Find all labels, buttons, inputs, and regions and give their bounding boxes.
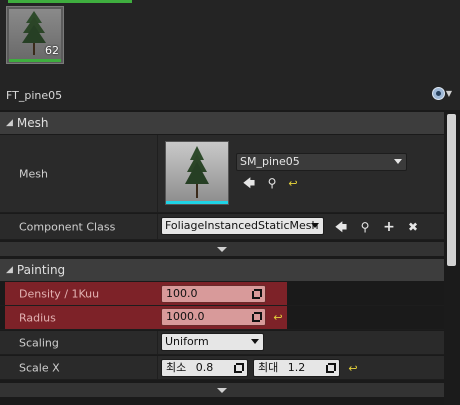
expand-down-icon	[217, 387, 227, 393]
clear-x-icon[interactable]: ✖	[406, 220, 420, 234]
property-row-radius: Radius 1000.0 ↩	[0, 306, 444, 330]
advanced-expander[interactable]	[0, 383, 444, 397]
radius-value: 1000.0	[166, 310, 205, 323]
property-row-scaling: Scaling Uniform	[0, 331, 444, 355]
expand-down-icon	[217, 246, 227, 252]
pine-tree-icon	[185, 146, 209, 198]
category-painting-label: Painting	[16, 263, 66, 277]
expand-arrows-icon	[252, 289, 262, 299]
view-options-button[interactable]: ▼	[431, 87, 452, 100]
instance-count: 62	[45, 44, 59, 57]
foliage-type-list: 62 FT_pine05 ▼	[0, 0, 460, 110]
property-row-density: Density / 1Kuu 100.0	[0, 282, 444, 306]
scaling-label: Scaling	[19, 336, 59, 349]
scaling-value: Uniform	[165, 335, 209, 348]
category-painting[interactable]: ◢ Painting	[0, 259, 444, 281]
column-divider	[157, 356, 158, 379]
add-plus-icon[interactable]: +	[382, 220, 396, 234]
chevron-down-icon	[251, 339, 259, 344]
details-scrollbar[interactable]	[444, 110, 460, 405]
mesh-asset-picker[interactable]: SM_pine05	[236, 153, 407, 171]
reset-to-default-icon[interactable]: ↩	[272, 312, 284, 323]
chevron-down-icon	[311, 223, 319, 228]
thumbnail-active-bar	[9, 59, 61, 62]
browse-search-icon[interactable]: ⚲	[265, 176, 279, 190]
scaling-dropdown[interactable]: Uniform	[161, 333, 264, 351]
pine-tree-icon	[22, 11, 46, 55]
expand-arrows-icon	[234, 363, 244, 373]
component-class-value: FoliageInstancedStaticMesh	[165, 219, 319, 232]
property-row-scale-x: Scale X 최소 0.8 최대 1.2 ↩	[0, 356, 444, 380]
mesh-label: Mesh	[19, 167, 48, 180]
scale-x-min-prefix: 최소	[166, 361, 187, 374]
chevron-down-icon	[394, 159, 402, 164]
asset-type-bar	[166, 201, 228, 204]
reset-to-default-icon[interactable]: ↩	[347, 363, 359, 374]
expand-arrows-icon	[252, 312, 262, 322]
scale-x-max-prefix: 최대	[258, 361, 279, 374]
radius-input[interactable]: 1000.0	[161, 308, 266, 326]
foliage-asset-name: FT_pine05	[6, 89, 63, 102]
density-input[interactable]: 100.0	[161, 285, 266, 303]
density-label: Density / 1Kuu	[19, 287, 100, 300]
column-divider	[157, 331, 158, 354]
mesh-asset-value: SM_pine05	[240, 155, 300, 168]
scale-x-max-value: 1.2	[287, 361, 306, 374]
mesh-thumbnail[interactable]	[165, 141, 229, 205]
component-class-label: Component Class	[19, 220, 116, 233]
component-class-picker[interactable]: FoliageInstancedStaticMesh	[161, 217, 324, 235]
property-row-component-class: Component Class FoliageInstancedStaticMe…	[0, 214, 444, 240]
browse-search-icon[interactable]: ⚲	[358, 220, 372, 234]
category-mesh-label: Mesh	[16, 116, 49, 130]
use-selected-arrow-icon[interactable]: 🡄	[334, 220, 348, 234]
reset-to-default-icon[interactable]: ↩	[287, 178, 299, 189]
use-selected-arrow-icon[interactable]: 🡄	[242, 176, 256, 190]
density-value: 100.0	[166, 287, 198, 300]
details-panel: ◢ Mesh Mesh SM_pine05 🡄 ⚲ ↩ Component Cl…	[0, 110, 444, 405]
scale-x-min-input[interactable]: 최소 0.8	[161, 359, 248, 377]
collapse-arrow-icon: ◢	[6, 118, 13, 128]
advanced-expander[interactable]	[0, 242, 444, 256]
radius-label: Radius	[19, 311, 56, 324]
eye-icon	[431, 87, 445, 100]
foliage-type-thumbnail[interactable]: 62	[6, 6, 64, 64]
scale-x-min-value: 0.8	[195, 361, 214, 374]
scale-x-max-input[interactable]: 최대 1.2	[253, 359, 340, 377]
category-mesh[interactable]: ◢ Mesh	[0, 112, 444, 134]
property-row-mesh: Mesh SM_pine05 🡄 ⚲ ↩	[0, 135, 444, 213]
selection-indicator	[8, 0, 132, 3]
scrollbar-thumb[interactable]	[447, 114, 456, 266]
scale-x-label: Scale X	[19, 361, 60, 374]
chevron-down-icon: ▼	[445, 89, 452, 98]
column-divider	[157, 214, 158, 239]
column-divider	[157, 135, 158, 212]
collapse-arrow-icon: ◢	[6, 265, 13, 275]
expand-arrows-icon	[326, 363, 336, 373]
